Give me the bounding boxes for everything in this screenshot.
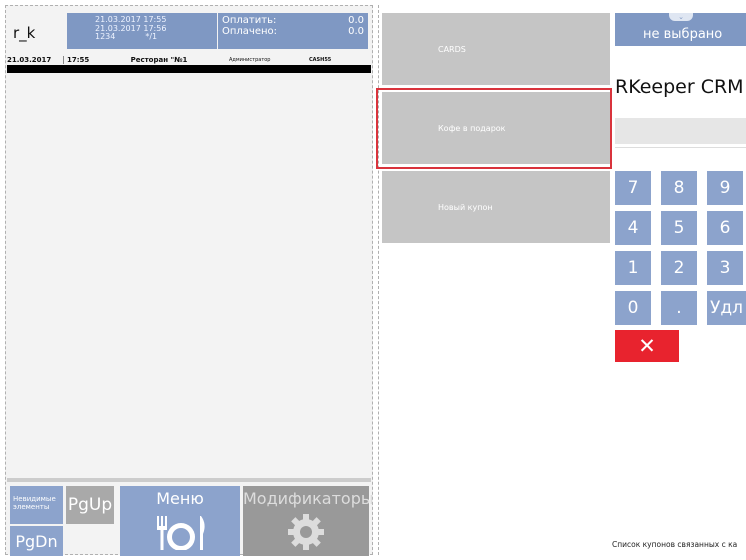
paid-label: Оплачено: [222,26,278,37]
crm-title: RKeeper CRM [615,76,744,98]
crm-selector-label: не выбрано [643,27,723,42]
key-4[interactable]: 4 [615,211,651,245]
key-6[interactable]: 6 [707,211,743,245]
selected-row-bar[interactable] [7,65,371,73]
selection-highlight [376,88,612,169]
menu-label: Меню [156,489,204,508]
pgdn-button[interactable]: PgDn [10,526,63,556]
key-3[interactable]: 3 [707,251,743,285]
close-icon[interactable]: ✕ [615,330,679,362]
modifiers-button[interactable]: Модификаторы [243,486,374,556]
role-label: Администратор [229,57,271,63]
order-header: 21.03.2017 17:55 Ресторан "№1 Администра… [7,55,371,65]
restaurant-name: Ресторан "№1 [130,56,188,64]
to-pay-value: 0.0 [348,15,364,26]
to-pay-label: Оплатить: [222,15,277,26]
plate-icon [157,516,205,551]
menu-button[interactable]: Меню [120,486,240,556]
key-0[interactable]: 0 [615,291,651,325]
key-delete[interactable]: Удл [707,291,746,325]
table-code: 1234 */1 [95,32,158,41]
invisible-items-button[interactable]: Невидимые элементы [10,486,63,524]
key-8[interactable]: 8 [661,171,697,205]
divider [7,478,371,482]
payment-info: Оплатить: 0.0 Оплачено: 0.0 [218,13,368,49]
crm-selector[interactable]: ⌄ не выбрано [615,13,746,46]
coupon-new[interactable]: Новый купон [382,171,610,243]
modifiers-label: Модификаторы [243,489,374,508]
order-date: 21.03.2017 [7,56,52,64]
station-label: CASH55 [309,57,332,63]
order-time: 17:55 [63,56,89,64]
key-5[interactable]: 5 [661,211,697,245]
chevron-down-icon[interactable]: ⌄ [669,13,693,21]
key-2[interactable]: 2 [661,251,697,285]
gear-icon [288,514,324,550]
paid-value: 0.0 [348,26,364,37]
key-7[interactable]: 7 [615,171,651,205]
user-name: r_k [13,24,36,42]
key-9[interactable]: 9 [707,171,743,205]
key-dot[interactable]: . [661,291,697,325]
coupon-cards[interactable]: CARDS [382,13,610,85]
crm-input-field[interactable] [615,118,746,144]
order-panel [5,5,373,555]
coupons-list-caption: Список купонов связанных с ка [612,540,738,549]
key-1[interactable]: 1 [615,251,651,285]
pgup-button[interactable]: PgUp [66,486,114,524]
crm-code-field[interactable] [615,147,746,171]
check-info[interactable]: 21.03.2017 17:55 21.03.2017 17:56 1234 */… [67,13,217,49]
